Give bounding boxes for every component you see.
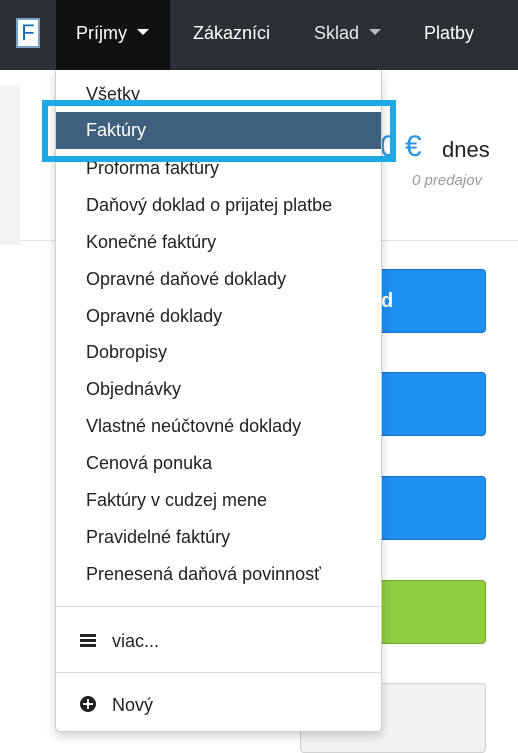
- caret-down-icon: [369, 29, 382, 36]
- revenue-amount: 0 €: [380, 130, 422, 163]
- nav-sklad-label: Sklad: [314, 23, 360, 43]
- menu-divider: [56, 606, 381, 607]
- menu-item-opravne-danove[interactable]: Opravné daňové doklady: [56, 261, 381, 298]
- nav-prijmy[interactable]: Príjmy: [56, 0, 170, 70]
- caret-down-icon: [137, 29, 149, 36]
- menu-item-danovy-doklad[interactable]: Daňový doklad o prijatej platbe: [56, 187, 381, 224]
- nav-sklad[interactable]: Sklad: [314, 0, 382, 70]
- plus-circle-icon: [80, 696, 96, 712]
- menu-divider: [56, 672, 381, 673]
- menu-item-faktury[interactable]: Faktúry: [56, 112, 381, 149]
- nav-zakaznici-label: Zákazníci: [193, 23, 271, 43]
- action-button-1-label: d: [381, 290, 394, 312]
- menu-item-cenova-ponuka[interactable]: Cenová ponuka: [56, 445, 381, 482]
- prijmy-dropdown-menu: Všetky Faktúry Proforma faktúry Daňový d…: [55, 70, 382, 732]
- menu-lines-icon: [80, 634, 96, 648]
- menu-item-objednavky[interactable]: Objednávky: [56, 371, 381, 408]
- menu-more-label: viac...: [112, 631, 160, 651]
- menu-more-button[interactable]: viac...: [56, 621, 381, 661]
- menu-item-konecne-faktury[interactable]: Konečné faktúry: [56, 224, 381, 261]
- menu-item-dobropisy[interactable]: Dobropisy: [56, 334, 381, 371]
- nav-zakaznici[interactable]: Zákazníci: [193, 0, 270, 70]
- menu-item-opravne-doklady[interactable]: Opravné doklady: [56, 298, 381, 335]
- menu-new-label: Nový: [112, 695, 154, 715]
- nav-platby-label: Platby: [424, 23, 475, 43]
- menu-item-vlastne-neuctovne[interactable]: Vlastné neúčtovné doklady: [56, 408, 381, 445]
- menu-new-button[interactable]: Nový: [56, 685, 381, 725]
- menu-item-cudzia-mena[interactable]: Faktúry v cudzej mene: [56, 482, 381, 519]
- menu-item-prenesena-povinnost[interactable]: Prenesená daňová povinnosť: [56, 556, 381, 593]
- sales-count: 0 predajov: [412, 172, 483, 189]
- menu-item-proforma[interactable]: Proforma faktúry: [56, 150, 381, 187]
- top-navbar: F Príjmy Zákazníci Sklad Platby: [0, 0, 518, 70]
- menu-item-vsetky[interactable]: Všetky: [56, 76, 381, 113]
- menu-item-pravidelne[interactable]: Pravidelné faktúry: [56, 519, 381, 556]
- app-logo[interactable]: F: [16, 18, 40, 48]
- side-shade: [0, 85, 20, 245]
- nav-platby[interactable]: Platby: [424, 0, 474, 70]
- nav-prijmy-label: Príjmy: [76, 23, 127, 43]
- period-label: dnes: [442, 137, 490, 162]
